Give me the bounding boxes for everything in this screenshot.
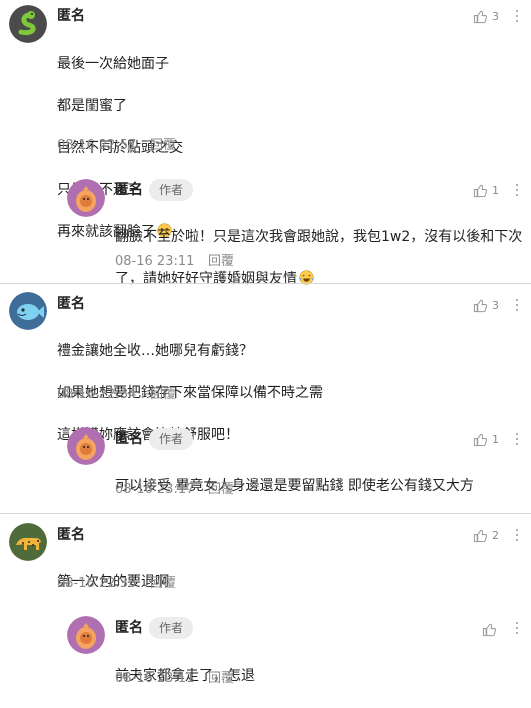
- like-count: 2: [492, 528, 499, 542]
- comment-line: 禮金讓她全收…她哪兒有虧錢？: [57, 343, 253, 359]
- like-button[interactable]: [482, 619, 501, 639]
- comment-line: 翻臉不至於啦！只是這次我會跟她說，我包1w2，沒有以後和下次: [115, 229, 523, 245]
- comment: 匿名 2 第一次包的要退啊 08-16 22:33 回覆: [0, 514, 531, 604]
- like-count: 1: [492, 183, 499, 197]
- like-button[interactable]: 1: [473, 180, 499, 200]
- author-name: 匿名: [57, 296, 85, 312]
- thumbs-up-icon: [473, 299, 488, 312]
- author-badge: 作者: [149, 179, 194, 201]
- chick-avatar[interactable]: [67, 616, 105, 654]
- author-name: 匿名: [115, 431, 143, 447]
- timestamp: 08-16 22:33: [57, 576, 137, 591]
- more-options-icon[interactable]: [512, 621, 522, 637]
- thumbs-up-icon: [473, 10, 488, 23]
- timestamp: 08-16 22:34: [57, 387, 137, 402]
- author-name: 匿名: [115, 620, 143, 636]
- like-count: 3: [492, 9, 499, 23]
- leopard-avatar[interactable]: [9, 523, 47, 561]
- like-button[interactable]: 3: [473, 6, 499, 26]
- reply-button[interactable]: 回覆: [208, 253, 234, 271]
- more-options-icon[interactable]: [512, 183, 522, 199]
- author-badge: 作者: [149, 617, 194, 639]
- like-button[interactable]: 3: [473, 295, 499, 315]
- reply-button[interactable]: 回覆: [208, 481, 234, 499]
- timestamp: 08-16 22:57: [57, 138, 137, 153]
- timestamp: 08-16 23:11: [115, 254, 195, 269]
- reply-button[interactable]: 回覆: [208, 670, 234, 688]
- author-badge: 作者: [149, 428, 194, 450]
- comment-line: 最後一次給她面子: [57, 56, 169, 72]
- timestamp: 08-16 23:17: [115, 482, 195, 497]
- timestamp: 08-16 23:11: [115, 671, 195, 686]
- author-name: 匿名: [57, 527, 85, 543]
- reply-comment: 匿名 作者 1 可以接受 畢竟女人身邊還是要留點錢 即使老公有錢又大方 08-1…: [0, 414, 531, 510]
- comment: 匿名 3 最後一次給她面子 都是閨蜜了 自然不同於點頭之交 只是事不過三 再來就…: [0, 0, 531, 240]
- more-options-icon[interactable]: [512, 432, 522, 448]
- chick-avatar[interactable]: [67, 427, 105, 465]
- comment: 匿名 3 禮金讓她全收…她哪兒有虧錢？ 如果她想要把錢存下來當保障以備不時之需 …: [0, 284, 531, 443]
- more-options-icon[interactable]: [512, 298, 522, 314]
- chick-avatar[interactable]: [67, 179, 105, 217]
- thumbs-up-icon: [473, 529, 488, 542]
- like-button[interactable]: 2: [473, 525, 499, 545]
- reply-comment: 匿名 作者 1 翻臉不至於啦！只是這次我會跟她說，我包1w2，沒有以後和下次 了…: [0, 170, 531, 287]
- more-options-icon[interactable]: [512, 9, 522, 25]
- more-options-icon[interactable]: [512, 528, 522, 544]
- reply-button[interactable]: 回覆: [150, 137, 176, 155]
- reply-comment: 匿名 作者 前夫家都拿走了，怎退 08-16 23:11 回覆: [0, 604, 531, 694]
- reply-button[interactable]: 回覆: [150, 575, 176, 593]
- comment-line: 都是閨蜜了: [57, 98, 127, 114]
- reply-button[interactable]: 回覆: [150, 386, 176, 404]
- thumbs-up-icon: [482, 623, 497, 636]
- author-name: 匿名: [115, 182, 143, 198]
- snake-avatar[interactable]: [9, 5, 47, 43]
- thumbs-up-icon: [473, 433, 488, 446]
- fish-avatar[interactable]: [9, 292, 47, 330]
- like-count: 1: [492, 432, 499, 446]
- like-button[interactable]: 1: [473, 429, 499, 449]
- author-name: 匿名: [57, 8, 85, 24]
- like-count: 3: [492, 298, 499, 312]
- thumbs-up-icon: [473, 184, 488, 197]
